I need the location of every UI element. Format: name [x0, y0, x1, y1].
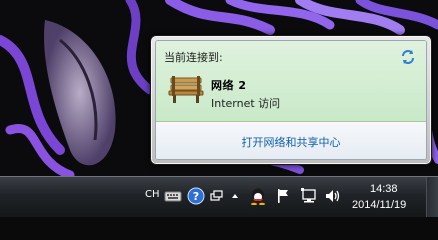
connected-network-section: 当前连接到: 网络 2 Internet 访问 [156, 41, 426, 122]
svg-text:?: ? [193, 190, 199, 203]
connected-header: 当前连接到: [164, 51, 223, 64]
help-icon[interactable]: ? [187, 187, 205, 205]
show-desktop-button[interactable] [426, 177, 438, 217]
volume-icon[interactable] [324, 187, 342, 205]
action-center-flag-icon[interactable] [275, 187, 291, 205]
refresh-icon[interactable] [399, 48, 417, 66]
network-icon[interactable] [300, 187, 318, 205]
clock-time[interactable]: 14:38 [370, 183, 398, 195]
clock-date[interactable]: 2014/11/19 [352, 199, 406, 211]
flyout-footer: 打开网络和共享中心 [156, 122, 426, 159]
window-switch-icon[interactable] [210, 187, 224, 205]
open-network-sharing-center-link[interactable]: 打开网络和共享中心 [156, 134, 426, 150]
network-access-status: Internet 访问 [211, 97, 281, 110]
taskbar: CH ? 14:38 2014/11/19 [0, 176, 438, 217]
network-bench-icon [168, 76, 204, 103]
qq-icon[interactable] [249, 187, 267, 205]
show-hidden-icons-arrow[interactable] [230, 187, 240, 205]
network-name: 网络 2 [211, 79, 247, 92]
flyout-content: 当前连接到: 网络 2 Internet 访问 打开网络和共享中心 [155, 40, 427, 160]
keyboard-icon[interactable] [164, 187, 182, 205]
language-indicator[interactable]: CH [145, 189, 160, 200]
network-flyout: 当前连接到: 网络 2 Internet 访问 打开网络和共享中心 [150, 35, 432, 165]
